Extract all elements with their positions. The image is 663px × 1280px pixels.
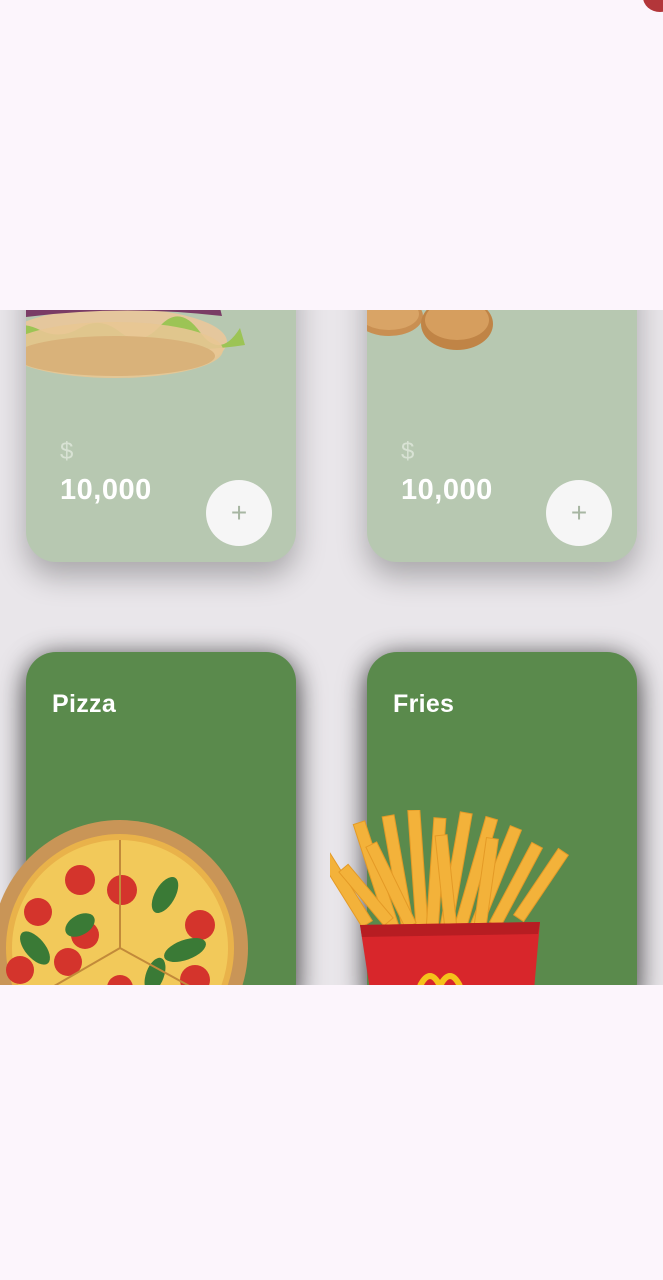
nuggets-image bbox=[367, 310, 493, 350]
product-card-burger[interactable]: $ 10,000 + bbox=[26, 310, 296, 562]
burger-image bbox=[26, 310, 245, 378]
product-grid-viewport[interactable]: $ 10,000 + $ 10,000 + Pizza Fries bbox=[0, 310, 663, 985]
add-to-cart-button[interactable]: + bbox=[546, 480, 612, 546]
product-card-nuggets[interactable]: $ 10,000 + bbox=[367, 310, 637, 562]
product-title: Pizza bbox=[52, 690, 117, 718]
add-to-cart-button[interactable]: + bbox=[206, 480, 272, 546]
price-label: 10,000 bbox=[401, 474, 493, 506]
price-label: 10,000 bbox=[60, 474, 152, 506]
corner-accent bbox=[643, 0, 663, 12]
plus-icon: + bbox=[570, 497, 588, 528]
currency-symbol: $ bbox=[401, 438, 415, 465]
product-title: Fries bbox=[393, 690, 455, 718]
pizza-image bbox=[0, 820, 248, 985]
fries-image bbox=[330, 810, 570, 985]
currency-symbol: $ bbox=[60, 438, 74, 465]
plus-icon: + bbox=[230, 497, 248, 528]
